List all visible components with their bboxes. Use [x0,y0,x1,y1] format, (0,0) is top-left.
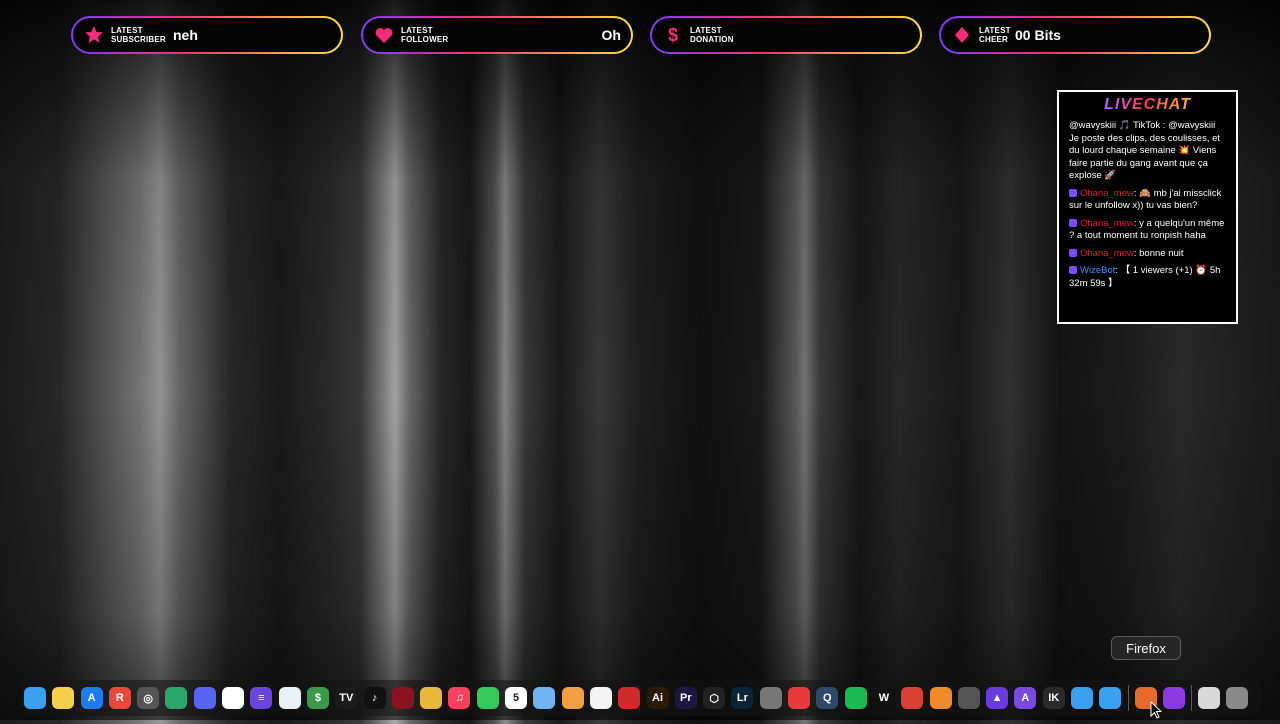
mouse-cursor-icon [1150,700,1163,724]
tradingview-icon[interactable]: TV [335,687,358,709]
photos-icon[interactable] [561,687,584,709]
lightroom-icon[interactable]: Lr [731,687,754,709]
unity-icon[interactable]: ⬡ [703,687,726,709]
app-blue-fan-icon[interactable] [1070,687,1093,709]
dock-separator [1191,685,1193,711]
freeform-icon[interactable] [278,687,301,709]
maps-icon[interactable] [533,687,556,709]
heart-icon [373,24,395,46]
dock: A R ◎ ≡ $ TV ♪ ♫ 5 Ai Pr ⬡ Lr Q W ▲ A IK [22,680,1262,716]
chat-message: Ohana_mew: bonne nuit [1069,248,1226,261]
system-settings-icon[interactable] [759,687,782,709]
tiktok-icon[interactable]: ♪ [363,687,386,709]
music-icon[interactable]: ♫ [448,687,471,709]
dock-icon-glyph: Lr [736,692,748,704]
dock-icon-glyph: $ [314,692,322,704]
chat-message-text: @wavyskiii 🎵 TikTok : @wavyskiii Je post… [1069,120,1221,181]
chat-message: WizeBot: 【 1 viewers (+1) ⏰ 5h 32m 59s 】 [1069,265,1226,290]
dock-icon-glyph: A [87,692,96,704]
subscriber-badge-icon [1069,218,1077,227]
app-gear-icon[interactable] [957,687,980,709]
chat-title: LIVECHAT [1069,96,1226,114]
dock-icon-glyph: Ai [652,692,664,704]
dock-icon-glyph: TV [339,692,354,704]
app-purple-icon[interactable]: ≡ [250,687,273,709]
diamond-icon [951,24,973,46]
dock-icon-glyph: IK [1048,692,1060,704]
dock-icon-glyph: R [115,692,124,704]
dock-icon-glyph: A [1021,692,1030,704]
app-violet-icon[interactable]: ▲ [986,687,1009,709]
latest-follower-alert: Latest Follower Oh [361,16,633,54]
waves-icon[interactable]: W [872,687,895,709]
fl-studio-icon[interactable] [929,687,952,709]
premiere-icon[interactable]: Pr [674,687,697,709]
dock-icon-glyph: ▲ [991,692,1003,704]
dock-icon-glyph: 5 [512,692,520,704]
calendar-icon[interactable]: 5 [505,687,528,709]
android-icon[interactable] [165,687,188,709]
chat-username: Ohana_mew [1080,247,1134,259]
alert-value: neh [173,27,198,43]
illustrator-icon[interactable]: Ai [646,687,669,709]
chat-username: WizeBot [1080,265,1116,276]
spotify-icon[interactable] [844,687,867,709]
chat-message-text: : bonne nuit [1133,247,1184,259]
alert-label: Latest Follower [401,26,449,44]
latest-cheer-alert: Latest Cheer 00 Bits [939,16,1211,54]
arturia-icon[interactable]: A [1014,687,1037,709]
app-store-icon[interactable]: A [80,687,103,709]
chat-message: Ohana_mew: 🙈 mb j'ai missclick sur le un… [1069,188,1226,213]
dock-icon-glyph: W [878,692,890,704]
dock-icon-glyph: Pr [680,692,692,704]
activity-monitor-icon[interactable]: ◎ [137,687,160,709]
trash-icon[interactable] [1226,687,1249,709]
dock-icon-glyph: ◎ [143,692,153,705]
discord-icon[interactable] [193,687,216,709]
subscriber-badge-icon [1069,248,1077,257]
alert-value: Oh [601,27,621,43]
capcut-icon[interactable] [222,687,245,709]
live-chat-panel: LIVECHAT @wavyskiii 🎵 TikTok : @wavyskii… [1057,90,1238,324]
firefox-nightly-icon[interactable] [1162,687,1185,709]
quicktime-icon[interactable]: Q [816,687,839,709]
alert-value: 00 Bits [1015,27,1061,43]
chat-message: @wavyskiii 🎵 TikTok : @wavyskiii Je post… [1069,120,1226,183]
chat-username: Ohana_mew [1080,187,1134,199]
latest-donation-alert: $ Latest Donation [650,16,922,54]
downloads-icon[interactable] [1198,687,1221,709]
star-icon [83,24,105,46]
latest-subscriber-alert: Latest Subscriber neh [71,16,343,54]
reminders-icon[interactable] [589,687,612,709]
rewind-icon[interactable]: R [108,687,131,709]
dock-icon-glyph: ⬡ [709,692,719,705]
chrome-icon[interactable] [420,687,443,709]
alert-label: Latest Subscriber [111,26,166,44]
dollar-icon: $ [667,24,678,45]
alert-label: Latest Cheer [979,26,1011,44]
dock-separator [1127,685,1129,711]
notes-icon[interactable] [52,687,75,709]
chat-username: Ohana_mew [1080,217,1134,229]
finder-icon[interactable] [24,687,46,709]
app-red-icon[interactable] [391,687,414,709]
alert-label: Latest Donation [690,26,734,44]
dock-icon-glyph: ≡ [258,692,265,704]
stocks-icon[interactable]: $ [306,687,329,709]
subscriber-badge-icon [1069,188,1077,197]
dock-icon-glyph: ♪ [371,692,378,704]
todoist-icon[interactable] [901,687,924,709]
timer-icon[interactable] [788,687,811,709]
messages-icon[interactable] [476,687,499,709]
dock-icon-glyph: Q [823,692,832,704]
dock-icon-glyph: ♫ [455,692,464,704]
app-blue-fan2-icon[interactable] [1099,687,1122,709]
chat-message: Ohana_mew: y a quelqu'un même ? a tout m… [1069,218,1226,243]
bot-badge-icon [1069,266,1077,275]
dock-tooltip: Firefox [1111,636,1181,660]
app-presenter-icon[interactable] [618,687,641,709]
app-ik-icon[interactable]: IK [1042,687,1065,709]
